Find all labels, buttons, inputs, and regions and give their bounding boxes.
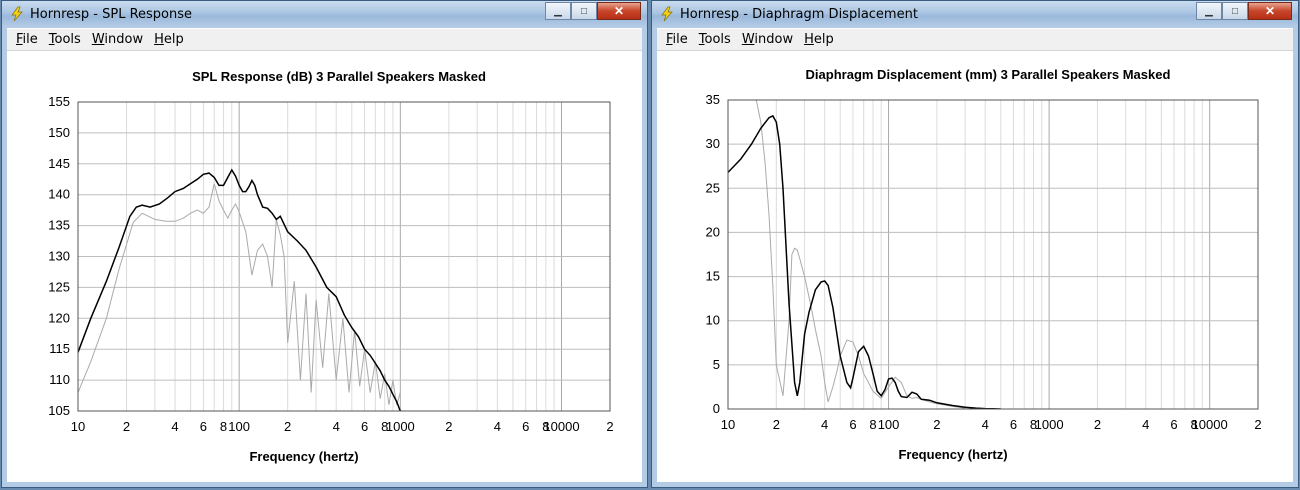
x-tick-label: 2 (445, 419, 452, 434)
x-tick-label: 2 (933, 417, 940, 432)
window-spl-response[interactable]: Hornresp - SPL Response ▁ □ ✕ File Tools… (1, 0, 648, 488)
y-tick-label: 145 (48, 156, 70, 171)
x-tick-label: 6 (1170, 417, 1177, 432)
diaphragm-displacement-chart: 3530252015105010 2 4 6 8 100 2 4 6 81000 2 4 6 810000… (706, 67, 1262, 462)
x-tick-label: 2 (123, 419, 130, 434)
x-tick-label: 8 (869, 417, 876, 432)
chart-title: SPL Response (dB) 3 Parallel Speakers Ma… (192, 69, 486, 84)
close-icon: ✕ (1264, 4, 1276, 18)
x-tick-label: 4 (1142, 417, 1149, 432)
menu-help[interactable]: Help (804, 32, 834, 47)
y-tick-label: 110 (49, 372, 70, 387)
title-bar[interactable]: Hornresp - Diaphragm Displacement ▁ □ ✕ (652, 1, 1298, 28)
x-tick-label: 4 (821, 417, 828, 432)
maximize-icon: □ (580, 5, 588, 17)
x-tick-label: 10000 (543, 419, 579, 434)
y-tick-label: 105 (48, 403, 70, 418)
chart-area: 155 150 145 140 135 130 125 120 115 110 105 10 2 4 6 8 1… (7, 51, 642, 482)
minimize-button[interactable]: ▁ (1196, 2, 1222, 20)
x-axis-label: Frequency (hertz) (898, 447, 1007, 462)
x-tick-label: 2 (284, 419, 291, 434)
window-controls: ▁ □ ✕ (1196, 2, 1292, 20)
x-tick-label: 6 (849, 417, 856, 432)
y-tick-label: 10 (706, 313, 720, 328)
window-controls: ▁ □ ✕ (545, 2, 641, 20)
window-diaphragm-displacement[interactable]: Hornresp - Diaphragm Displacement ▁ □ ✕ … (651, 0, 1299, 488)
x-tick-label: 4 (333, 419, 340, 434)
y-tick-label: 120 (48, 310, 70, 325)
menu-bar: File Tools Window Help (657, 29, 1293, 51)
chart-area: 35 30 25 20 15 10 5 0 10 2 4 6 8 100 2 4 6 8 1000 2 4 6 8 10000… (657, 51, 1293, 482)
y-tick-label: 135 (48, 218, 70, 233)
close-button[interactable]: ✕ (597, 2, 641, 20)
x-tick-label: 2 (1094, 417, 1101, 432)
close-icon: ✕ (613, 4, 625, 18)
minimize-icon: ▁ (554, 5, 562, 17)
close-button[interactable]: ✕ (1248, 2, 1292, 20)
x-tick-label: 6 (1010, 417, 1017, 432)
x-tick-label: 2 (606, 419, 613, 434)
spl-response-chart: 15515014514013513012512011511010510 2 4 6 8 1… (48, 69, 613, 464)
menu-file[interactable]: File (666, 32, 688, 47)
maximize-icon: □ (1231, 5, 1239, 17)
y-tick-label: 25 (706, 180, 720, 195)
menu-window[interactable]: Window (92, 32, 143, 47)
y-tick-label: 30 (706, 136, 720, 151)
window-title: Hornresp - Diaphragm Displacement (680, 7, 918, 22)
minimize-button[interactable]: ▁ (545, 2, 571, 20)
y-tick-label: 115 (49, 341, 70, 356)
menu-window[interactable]: Window (742, 32, 793, 47)
y-tick-label: 20 (706, 224, 720, 239)
y-tick-label: 140 (48, 187, 70, 202)
x-tick-label: 2 (773, 417, 780, 432)
y-tick-label: 130 (48, 249, 70, 264)
y-tick-label: 150 (48, 125, 70, 140)
lightning-icon (11, 6, 23, 22)
x-tick-label: 8 (220, 419, 227, 434)
menu-bar: File Tools Window Help (7, 29, 642, 51)
menu-tools[interactable]: Tools (49, 32, 81, 47)
maximize-button[interactable]: □ (1222, 2, 1248, 20)
x-tick-label: 100 (228, 419, 250, 434)
menu-tools[interactable]: Tools (699, 32, 731, 47)
y-tick-label: 35 (706, 92, 720, 107)
x-tick-label: 4 (494, 419, 501, 434)
x-tick-label: 10 (71, 419, 85, 434)
title-bar[interactable]: Hornresp - SPL Response ▁ □ ✕ (2, 1, 647, 28)
y-tick-label: 155 (48, 94, 70, 109)
x-tick-label: 4 (171, 419, 178, 434)
x-tick-label: 1000 (1035, 417, 1064, 432)
x-axis-label: Frequency (hertz) (249, 449, 358, 464)
menu-file[interactable]: File (16, 32, 38, 47)
maximize-button[interactable]: □ (571, 2, 597, 20)
series-line (755, 100, 966, 409)
x-tick-label: 4 (982, 417, 989, 432)
plot-border (727, 99, 1259, 410)
x-tick-label: 2 (1254, 417, 1261, 432)
x-tick-label: 6 (200, 419, 207, 434)
lightning-icon (661, 6, 673, 22)
window-title: Hornresp - SPL Response (30, 7, 193, 22)
x-tick-label: 6 (361, 419, 368, 434)
x-tick-label: 10000 (1192, 417, 1228, 432)
y-tick-label: 0 (713, 401, 720, 416)
minimize-icon: ▁ (1205, 5, 1213, 17)
y-tick-label: 125 (48, 279, 70, 294)
x-tick-label: 10 (721, 417, 735, 432)
menu-help[interactable]: Help (154, 32, 184, 47)
x-tick-label: 6 (522, 419, 529, 434)
y-tick-label: 5 (713, 357, 720, 372)
x-tick-label: 100 (878, 417, 900, 432)
y-tick-label: 15 (706, 269, 720, 284)
chart-title: Diaphragm Displacement (mm) 3 Parallel S… (806, 67, 1171, 82)
x-tick-label: 1000 (386, 419, 415, 434)
